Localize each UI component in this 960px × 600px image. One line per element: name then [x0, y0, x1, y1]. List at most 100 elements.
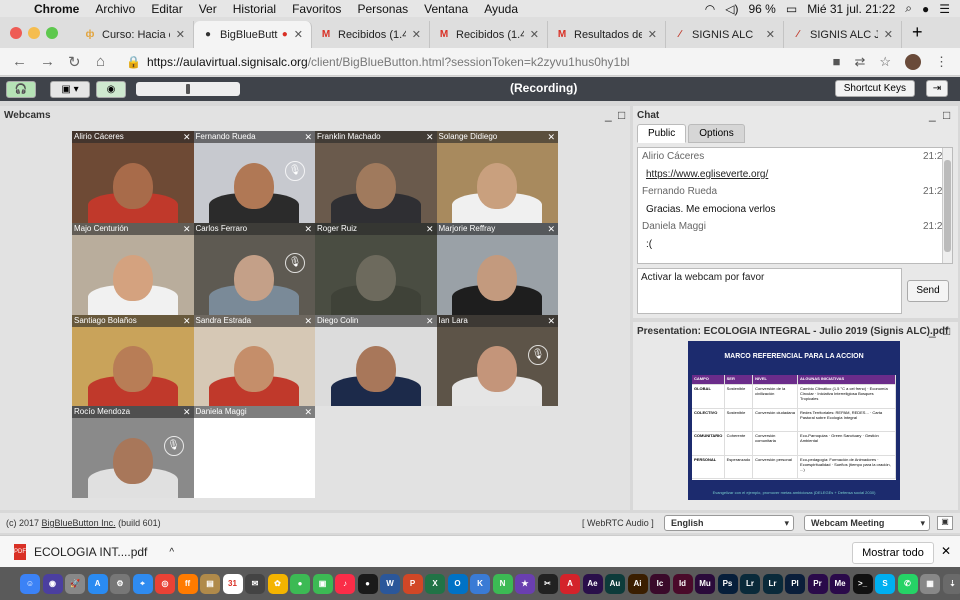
- webcam-tile[interactable]: Roger Ruiz ✕: [315, 222, 437, 315]
- browser-tab[interactable]: ∕ SIGNIS ALC Jove ✕: [784, 21, 902, 48]
- logout-icon[interactable]: ⇥: [926, 80, 948, 97]
- notes2-icon[interactable]: ▦: [920, 573, 940, 594]
- headset-button[interactable]: 🎧: [6, 80, 36, 98]
- close-icon[interactable]: ✕: [183, 131, 194, 143]
- url-field[interactable]: 🔒 https://aulavirtual.signisalc.org/clie…: [126, 55, 630, 69]
- wifi-icon[interactable]: ◠: [705, 2, 715, 16]
- system-prefs-icon[interactable]: ⚙: [110, 573, 130, 594]
- lock-layout-icon[interactable]: ▣: [937, 516, 953, 530]
- aftereffects-icon[interactable]: Ae: [582, 573, 603, 594]
- close-tab-icon[interactable]: ✕: [648, 28, 657, 41]
- browser-tab[interactable]: M Resultados de la ✕: [548, 21, 666, 48]
- mic-volume-slider[interactable]: [136, 82, 240, 96]
- close-icon[interactable]: ✕: [304, 406, 315, 418]
- menu-item[interactable]: Historial: [233, 2, 276, 16]
- premiere-icon[interactable]: Pr: [807, 573, 828, 594]
- calendar-icon[interactable]: 31: [222, 573, 243, 594]
- close-icon[interactable]: ✕: [304, 223, 315, 235]
- photos-icon[interactable]: ✿: [267, 573, 288, 594]
- menu-item[interactable]: Editar: [151, 2, 182, 16]
- webcam-tile[interactable]: Ian Lara ✕ 🎙: [436, 314, 558, 407]
- chat-link[interactable]: https://www.egliseverte.org/: [642, 169, 948, 180]
- maximize-icon[interactable]: □: [943, 108, 950, 122]
- menu-app-name[interactable]: Chrome: [34, 2, 79, 16]
- star-icon[interactable]: ☆: [879, 54, 891, 70]
- forward-arrow-icon[interactable]: →: [40, 53, 56, 70]
- close-tab-icon[interactable]: ✕: [176, 28, 185, 41]
- notes-icon[interactable]: ▤: [200, 573, 220, 594]
- appstore-icon[interactable]: A: [87, 573, 108, 594]
- record-button[interactable]: ◉: [96, 80, 126, 98]
- webcam-tile[interactable]: Daniela Maggi ✕: [193, 406, 315, 498]
- battery-label[interactable]: 96 %: [748, 2, 775, 16]
- powerpoint-icon[interactable]: P: [402, 573, 423, 594]
- camera-icon[interactable]: ■: [833, 54, 841, 70]
- layout-select[interactable]: Webcam Meeting ▾: [804, 515, 930, 531]
- shortcut-keys-button[interactable]: Shortcut Keys: [834, 80, 915, 97]
- browser-tab[interactable]: M Recibidos (1.468 ✕: [312, 21, 430, 48]
- close-tab-icon[interactable]: ✕: [530, 28, 539, 41]
- zoom-window-button[interactable]: [46, 26, 58, 39]
- close-icon[interactable]: ✕: [183, 406, 194, 418]
- slider-knob[interactable]: [186, 84, 190, 94]
- imovie-icon[interactable]: ★: [515, 573, 535, 594]
- webcam-tile[interactable]: Rocío Mendoza ✕ 🎙: [72, 406, 194, 498]
- browser-tab[interactable]: ф Curso: Hacia el S ✕: [76, 21, 194, 48]
- language-select[interactable]: English ▾: [664, 515, 794, 531]
- acrobat-icon[interactable]: A: [560, 573, 580, 594]
- chat-input[interactable]: Activar la webcam por favor: [637, 268, 902, 314]
- siri-icon[interactable]: ◉: [42, 573, 63, 594]
- skype-icon[interactable]: S: [875, 573, 895, 594]
- close-icon[interactable]: ✕: [183, 315, 194, 327]
- webcam-button[interactable]: ▣ ▾: [50, 80, 90, 98]
- minimize-icon[interactable]: _: [929, 324, 936, 338]
- close-window-button[interactable]: [10, 26, 22, 39]
- downloads-icon[interactable]: ⇣: [942, 573, 960, 594]
- menu-item[interactable]: Favoritos: [292, 2, 341, 16]
- firefox-icon[interactable]: ff: [177, 573, 198, 594]
- notification-center-icon[interactable]: ☰: [939, 2, 950, 16]
- audition-icon[interactable]: Au: [605, 573, 625, 594]
- close-icon[interactable]: ✕: [304, 315, 315, 327]
- back-arrow-icon[interactable]: ←: [12, 53, 28, 70]
- spotify-icon[interactable]: ●: [357, 573, 378, 594]
- maximize-icon[interactable]: □: [618, 108, 625, 122]
- photoshop-icon[interactable]: Ps: [717, 573, 738, 594]
- media-encoder-icon[interactable]: Me: [830, 573, 850, 594]
- webcam-tile[interactable]: Alirio Cáceres ✕: [72, 131, 194, 223]
- excel-icon[interactable]: X: [425, 573, 445, 594]
- webcam-tile[interactable]: Marjorie Reffray ✕: [436, 222, 558, 315]
- scrollbar-thumb[interactable]: [944, 160, 951, 252]
- new-tab-button[interactable]: +: [912, 22, 923, 43]
- webcam-tile[interactable]: Majo Centurión ✕: [72, 222, 194, 315]
- lightroom-icon[interactable]: Lr: [762, 573, 783, 594]
- menu-item[interactable]: Ver: [199, 2, 217, 16]
- menu-item[interactable]: Ventana: [424, 2, 468, 16]
- profile-avatar[interactable]: [905, 54, 921, 70]
- menu-item[interactable]: Archivo: [95, 2, 135, 16]
- webcam-tile[interactable]: Diego Colin ✕: [315, 314, 437, 407]
- maximize-icon[interactable]: □: [943, 324, 950, 338]
- volume-icon[interactable]: ◁): [725, 2, 738, 16]
- more-menu-icon[interactable]: ⋮: [935, 54, 948, 70]
- incopy-icon[interactable]: Ic: [650, 573, 670, 594]
- webcam-tile[interactable]: Solange Didiego ✕: [436, 131, 558, 223]
- indesign-icon[interactable]: Id: [672, 573, 693, 594]
- chat-scrollbar[interactable]: [942, 148, 952, 263]
- music-icon[interactable]: ♪: [335, 573, 355, 594]
- illustrator-icon[interactable]: Ai: [627, 573, 648, 594]
- show-all-button[interactable]: Mostrar todo: [852, 542, 934, 564]
- close-icon[interactable]: ✕: [426, 223, 437, 235]
- close-icon[interactable]: ✕: [941, 544, 951, 558]
- home-icon[interactable]: ⌂: [96, 53, 112, 70]
- browser-tab[interactable]: ∕ SIGNIS ALC ✕: [666, 21, 784, 48]
- close-tab-icon[interactable]: ✕: [766, 28, 775, 41]
- webcam-tile[interactable]: Carlos Ferraro ✕ 🎙: [193, 222, 315, 315]
- minimize-icon[interactable]: _: [929, 108, 936, 122]
- browser-tab[interactable]: M Recibidos (1.468 ✕: [430, 21, 548, 48]
- search-icon[interactable]: ⌕: [905, 1, 912, 16]
- prelude-icon[interactable]: Pl: [785, 573, 805, 594]
- close-icon[interactable]: ✕: [183, 223, 194, 235]
- close-icon[interactable]: ✕: [426, 315, 437, 327]
- whatsapp-icon[interactable]: ✆: [897, 573, 918, 594]
